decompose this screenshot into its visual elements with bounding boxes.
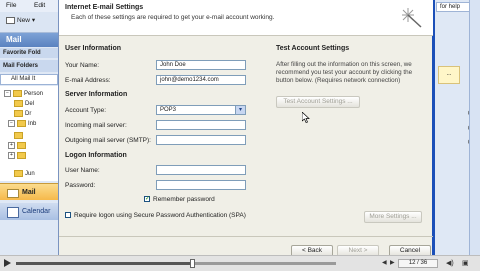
- email-address-field[interactable]: john@demo1234.com: [156, 75, 246, 85]
- remember-password-label[interactable]: Remember password: [153, 196, 215, 203]
- wizard-sparkle-icon: [402, 8, 422, 28]
- previous-icon[interactable]: ◀: [382, 260, 390, 266]
- tree-item-sub2[interactable]: +: [8, 142, 28, 149]
- remember-password-checkbox[interactable]: ✓: [144, 196, 150, 202]
- folder-icon: [14, 170, 23, 177]
- envelope-icon: [7, 189, 19, 198]
- seek-progress: [16, 262, 192, 265]
- dialog-subtitle: Each of these settings are required to g…: [71, 14, 275, 21]
- mouse-cursor-icon: [302, 112, 310, 123]
- window-edge: [432, 0, 435, 255]
- more-settings-button[interactable]: More Settings ...: [364, 211, 422, 223]
- user-info-heading: User Information: [65, 45, 122, 52]
- password-label: Password:: [65, 182, 96, 189]
- menu-file[interactable]: File: [6, 2, 16, 9]
- logon-info-heading: Logon Information: [65, 152, 127, 159]
- tree-label: Person: [24, 91, 44, 98]
- chevron-down-icon[interactable]: ▾: [235, 106, 245, 114]
- user-name-field[interactable]: [156, 165, 246, 175]
- video-player-bar: ◀ ▶ 12 / 36 ◀) ▣: [0, 255, 480, 271]
- nav-calendar-label: Calendar: [22, 208, 51, 215]
- menu-edit[interactable]: Edit: [34, 2, 45, 9]
- password-field[interactable]: [156, 180, 246, 190]
- server-info-heading: Server Information: [65, 91, 128, 98]
- incoming-server-label: Incoming mail server:: [65, 122, 127, 129]
- tree-label: Inb: [28, 121, 37, 128]
- new-button[interactable]: New ▾: [6, 16, 46, 27]
- play-icon[interactable]: [4, 259, 11, 267]
- seek-handle[interactable]: [190, 259, 195, 268]
- outgoing-server-label: Outgoing mail server (SMTP):: [65, 137, 151, 144]
- mail-folders-header[interactable]: Mail Folders: [0, 60, 58, 72]
- slide-counter: 12 / 36: [398, 259, 438, 268]
- tree-item-inbox[interactable]: − Inb: [8, 120, 36, 127]
- help-search-box[interactable]: for help: [436, 2, 470, 12]
- collapse-icon[interactable]: −: [8, 120, 15, 127]
- volume-icon[interactable]: ◀): [446, 259, 454, 267]
- test-account-settings-button[interactable]: Test Account Settings ...: [276, 96, 360, 108]
- mail-pane-header: Mail: [0, 33, 58, 47]
- incoming-server-field[interactable]: [156, 120, 246, 130]
- calendar-icon: [7, 207, 19, 218]
- info-bar[interactable]: ...: [438, 66, 460, 84]
- folder-tree: − Person Del Dr − Inb + + Jun: [0, 86, 58, 181]
- user-name-label: User Name:: [65, 167, 100, 174]
- folder-icon: [17, 152, 26, 159]
- nav-calendar[interactable]: Calendar: [0, 203, 58, 220]
- your-name-field[interactable]: John Doe: [156, 60, 246, 70]
- next-icon[interactable]: ▶: [390, 260, 398, 266]
- dialog-header: Internet E-mail Settings Each of these s…: [59, 0, 433, 36]
- nav-mail-label: Mail: [22, 189, 36, 196]
- all-mail-label: All Mail It: [11, 76, 36, 82]
- tree-label: Jun: [25, 171, 35, 178]
- nav-mail[interactable]: Mail: [0, 183, 58, 200]
- fullscreen-icon[interactable]: ▣: [462, 259, 469, 267]
- dialog-title: Internet E-mail Settings: [65, 4, 144, 11]
- email-address-label: E-mail Address:: [65, 77, 111, 84]
- email-settings-dialog: Internet E-mail Settings Each of these s…: [58, 0, 433, 257]
- outgoing-server-field[interactable]: [156, 135, 246, 145]
- tree-item-sub1[interactable]: [14, 132, 25, 139]
- your-name-label: Your Name:: [65, 62, 100, 69]
- menu-bar: File Edit: [0, 0, 58, 12]
- folder-icon: [14, 110, 23, 117]
- account-type-value: POP3: [160, 107, 177, 113]
- chevron-down-icon: ▾: [31, 17, 36, 24]
- tree-item-sub3[interactable]: +: [8, 152, 28, 159]
- scrollbar[interactable]: [469, 0, 480, 255]
- tree-item-personal[interactable]: − Person: [4, 90, 43, 97]
- folder-icon: [14, 132, 23, 139]
- tree-item-drafts[interactable]: Dr: [14, 110, 31, 117]
- tree-item-deleted[interactable]: Del: [14, 100, 34, 107]
- folder-icon: [17, 120, 26, 127]
- new-button-label: New: [17, 17, 31, 24]
- account-type-select[interactable]: POP3 ▾: [156, 105, 246, 115]
- folder-icon: [14, 100, 23, 107]
- test-settings-heading: Test Account Settings: [276, 45, 350, 52]
- spa-label[interactable]: Require logon using Secure Password Auth…: [74, 212, 246, 219]
- tree-label: Del: [25, 101, 35, 108]
- tree-label: Dr: [25, 111, 32, 118]
- seek-bar[interactable]: [16, 259, 336, 268]
- collapse-icon[interactable]: −: [4, 90, 11, 97]
- expand-icon[interactable]: +: [8, 142, 15, 149]
- all-mail-items[interactable]: All Mail It: [0, 74, 58, 85]
- favorite-folders-header[interactable]: Favorite Fold: [0, 48, 58, 58]
- new-mail-icon: [6, 16, 15, 24]
- test-settings-description: After filling out the information on thi…: [276, 61, 413, 84]
- tree-item-junk[interactable]: Jun: [14, 170, 35, 177]
- account-type-label: Account Type:: [65, 107, 107, 114]
- folder-icon: [13, 90, 22, 97]
- dialog-divider: [59, 236, 433, 237]
- spa-checkbox[interactable]: [65, 212, 71, 218]
- expand-icon[interactable]: +: [8, 152, 15, 159]
- folder-icon: [17, 142, 26, 149]
